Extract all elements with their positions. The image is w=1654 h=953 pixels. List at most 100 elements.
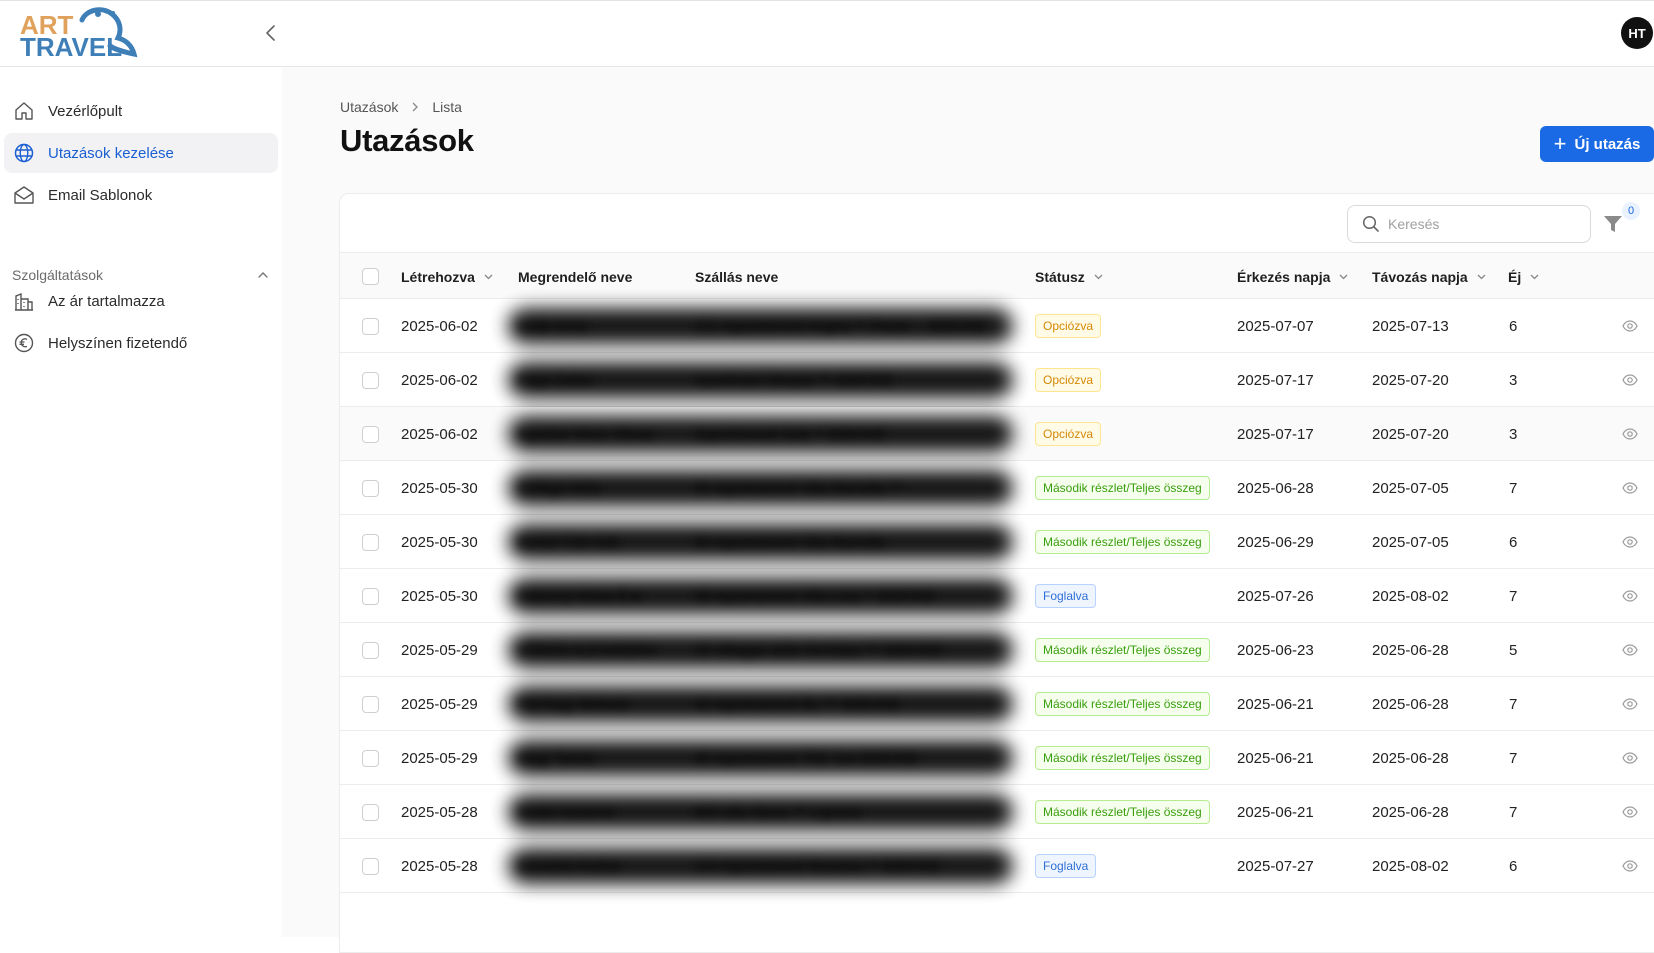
table-row[interactable]: 2025-05-29 Pál-Nagy Melinda 42 Appartament… (340, 677, 1654, 731)
row-checkbox[interactable] (362, 317, 379, 335)
row-select-cell (362, 677, 379, 731)
view-eye-icon[interactable] (1622, 318, 1638, 334)
row-checkbox[interactable] (362, 371, 379, 389)
accommodation-cell: 33 Villaggio delle Orchidee *** BIBIONE (695, 642, 943, 658)
status-cell: Második részlet/Teljes összeg (1035, 677, 1210, 731)
created-cell: 2025-06-02 (401, 425, 478, 443)
table-row[interactable]: 2025-06-02 Papp Zoltán ApartHotel Olimpia … (340, 353, 1654, 407)
sidebar-item-label: Utazások kezelése (48, 144, 174, 162)
row-checkbox[interactable] (362, 425, 379, 443)
filter-icon[interactable] (1602, 213, 1624, 235)
sidebar: Vezérlőpult Utazások kezelése Email Sabl… (0, 67, 282, 937)
row-checkbox[interactable] (362, 641, 379, 659)
view-eye-icon[interactable] (1622, 750, 1638, 766)
status-badge: Foglalva (1035, 854, 1097, 878)
col-header-departure[interactable]: Távozás napja (1372, 253, 1487, 300)
row-select-cell (362, 407, 379, 461)
accommodation-cell: 50 Appartamenti Villa Marcella (695, 534, 884, 550)
col-header-accommodation: Szállás neve (695, 253, 778, 300)
arrival-cell: 2025-06-21 (1237, 749, 1314, 767)
search-input[interactable] (1388, 216, 1578, 232)
view-eye-icon[interactable] (1622, 804, 1638, 820)
view-eye-icon[interactable] (1622, 858, 1638, 874)
table-row[interactable]: 2025-05-30 Dobronyi Márta Éva 58 Appartame… (340, 569, 1654, 623)
sidebar-item-label: Email Sablonok (48, 186, 153, 204)
view-eye-icon[interactable] (1622, 534, 1638, 550)
chevron-down-icon (1093, 271, 1104, 282)
row-checkbox[interactable] (362, 803, 379, 821)
page-title: Utazások (340, 123, 474, 158)
departure-cell: 2025-06-28 (1372, 641, 1449, 659)
view-eye-icon[interactable] (1622, 588, 1638, 604)
status-badge: Második részlet/Teljes összeg (1035, 746, 1210, 770)
col-header-arrival[interactable]: Érkezés napja (1237, 253, 1349, 300)
search-icon (1362, 215, 1379, 232)
globe-icon (12, 141, 36, 165)
created-cell: 2025-06-02 (401, 371, 478, 389)
status-cell: Foglalva (1035, 569, 1097, 623)
row-checkbox[interactable] (362, 695, 379, 713)
breadcrumb-link-trips[interactable]: Utazások (340, 99, 398, 115)
row-select-cell (362, 839, 379, 893)
user-avatar[interactable]: HT (1621, 17, 1653, 49)
view-eye-icon[interactable] (1622, 696, 1638, 712)
table-row[interactable]: 2025-05-28 Szendrei András 103 Appartament… (340, 839, 1654, 893)
sidebar-item-email-templates[interactable]: Email Sablonok (4, 175, 278, 215)
table-row[interactable]: 2025-06-02 Agoston Vince Vilmos Appartamen… (340, 407, 1654, 461)
row-select-cell (362, 461, 379, 515)
nights-cell: 7 (1509, 749, 1518, 767)
col-header-nights[interactable]: Éj (1508, 253, 1540, 300)
col-label: Távozás napja (1372, 268, 1468, 285)
table-row[interactable]: 2025-05-29 Nagy Tamás 45 Appartamenti TRE … (340, 731, 1654, 785)
view-eye-icon[interactable] (1622, 480, 1638, 496)
status-badge: Második részlet/Teljes összeg (1035, 530, 1210, 554)
chevron-down-icon (1338, 271, 1349, 282)
breadcrumb: Utazások Lista (340, 99, 462, 115)
departure-cell: 2025-08-02 (1372, 587, 1449, 605)
view-eye-icon[interactable] (1622, 426, 1638, 442)
view-eye-icon[interactable] (1622, 372, 1638, 388)
nights-cell: 3 (1509, 371, 1518, 389)
col-label: Éj (1508, 268, 1522, 285)
sidebar-item-trips[interactable]: Utazások kezelése (4, 133, 278, 173)
chevron-right-icon (410, 102, 420, 112)
col-header-created[interactable]: Létrehozva (401, 253, 494, 300)
table-row[interactable]: 2025-05-30 Benkő-Tóth Edit 50 Appartamenti… (340, 515, 1654, 569)
col-label: Státusz (1035, 268, 1085, 285)
created-cell: 2025-05-30 (401, 533, 478, 551)
table-row[interactable]: 2025-05-30 Szilágyi Attila 55 Appartamenti… (340, 461, 1654, 515)
sidebar-item-label: Helyszínen fizetendő (48, 334, 188, 352)
nights-cell: 7 (1509, 587, 1518, 605)
accommodation-cell: 103 Appartamenti Massimo ** BIBIONE (695, 858, 941, 874)
row-select-cell (362, 785, 379, 839)
created-cell: 2025-05-29 (401, 695, 478, 713)
row-checkbox[interactable] (362, 587, 379, 605)
breadcrumb-current: Lista (432, 99, 462, 115)
departure-cell: 2025-07-05 (1372, 479, 1449, 497)
search-box[interactable] (1347, 205, 1591, 243)
row-checkbox[interactable] (362, 533, 379, 551)
table-row[interactable]: 2025-05-28 Szabó Istvánné 603 villa Gloria… (340, 785, 1654, 839)
sidebar-item-price-includes[interactable]: Az ár tartalmazza (4, 281, 278, 321)
arrival-cell: 2025-07-17 (1237, 425, 1314, 443)
trips-table-card: 0 Létrehozva Megrendelő neve Szállás nev… (339, 193, 1654, 953)
sidebar-item-dashboard[interactable]: Vezérlőpult (4, 91, 278, 131)
select-all-checkbox[interactable] (362, 268, 379, 285)
customer-name-cell: Szendrei András (518, 858, 621, 874)
row-checkbox[interactable] (362, 479, 379, 497)
sidebar-item-pay-on-site[interactable]: Helyszínen fizetendő (4, 323, 278, 363)
status-cell: Opciózva (1035, 353, 1102, 407)
departure-cell: 2025-06-28 (1372, 803, 1449, 821)
col-header-status[interactable]: Státusz (1035, 253, 1104, 300)
new-trip-button[interactable]: + Új utazás (1540, 126, 1654, 162)
table-row[interactable]: 2025-05-29 VÖRÖS ALEXANDRA 33 Villaggio de… (340, 623, 1654, 677)
row-checkbox[interactable] (362, 857, 379, 875)
status-cell: Opciózva (1035, 299, 1102, 353)
view-eye-icon[interactable] (1622, 642, 1638, 658)
art-travel-logo[interactable]: ART TRAVEL (20, 6, 150, 60)
row-checkbox[interactable] (362, 749, 379, 767)
row-select-cell (362, 623, 379, 677)
home-icon (12, 99, 36, 123)
table-row[interactable]: 2025-06-02 Izsák Anna 101 Appartamenti Ang… (340, 299, 1654, 353)
collapse-sidebar-chevron-left-icon[interactable] (262, 24, 280, 42)
